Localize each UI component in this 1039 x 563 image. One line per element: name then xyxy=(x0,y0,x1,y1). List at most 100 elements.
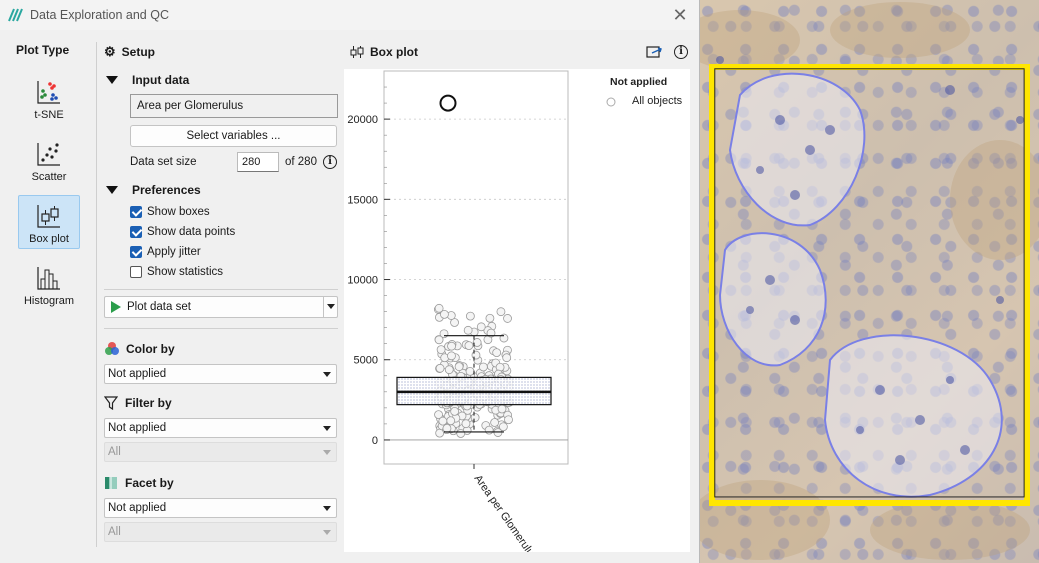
title-bar: Data Exploration and QC ✕ xyxy=(0,0,699,30)
box-plot-chart[interactable]: 0 5000 10000 15000 20000 Area per Glomerulus N… xyxy=(344,69,690,563)
legend-item-label: All objects xyxy=(632,95,683,107)
info-icon[interactable]: i xyxy=(322,155,337,169)
boxplot-icon xyxy=(350,46,364,58)
input-data-section-toggle[interactable]: Input data xyxy=(104,72,338,88)
data-point xyxy=(502,353,512,363)
preferences-section-toggle[interactable]: Preferences xyxy=(104,182,338,198)
plot-data-set-label: Plot data set xyxy=(127,301,191,313)
plot-options-dropdown[interactable] xyxy=(323,297,337,317)
plot-type-heading: Plot Type xyxy=(16,43,70,57)
y-tick-label: 20000 xyxy=(347,114,378,126)
dataset-size-row: Data set size 280 of 280 i xyxy=(130,151,338,173)
data-point xyxy=(463,325,473,335)
show-data-points-checkbox[interactable]: Show data points xyxy=(130,222,338,242)
collapse-triangle-icon xyxy=(106,76,118,84)
apply-jitter-checkbox[interactable]: Apply jitter xyxy=(130,242,338,262)
data-point xyxy=(465,366,475,376)
facet-panels-icon xyxy=(105,477,117,489)
outlier-point xyxy=(439,94,457,112)
separator xyxy=(104,328,338,329)
info-icon[interactable]: i xyxy=(674,45,688,59)
dataset-size-total: of 280 xyxy=(285,156,317,168)
data-point xyxy=(504,415,513,425)
data-point xyxy=(450,406,460,416)
filter-value-select: All xyxy=(104,442,337,462)
setup-panel: ⚙ Setup Input data Area per Glomerulus S… xyxy=(104,42,338,542)
checkbox-checked xyxy=(130,246,142,258)
box-plot-panel: Box plot i 0 5000 10000 15000 20000 Area per … xyxy=(344,42,690,563)
checkbox-checked xyxy=(130,226,142,238)
tsne-icon xyxy=(37,81,60,104)
filter-funnel-icon xyxy=(104,396,118,410)
data-point xyxy=(434,335,444,345)
x-category-label: Area per Glomerulus xyxy=(472,473,540,552)
legend-marker xyxy=(606,97,616,107)
data-point xyxy=(438,416,448,426)
plot-type-label: t-SNE xyxy=(34,109,64,121)
data-point xyxy=(471,350,481,360)
legend-title: Not applied xyxy=(610,76,667,88)
filter-by-select[interactable]: Not applied xyxy=(104,418,337,438)
data-point xyxy=(484,425,494,435)
select-variables-button[interactable]: Select variables ... xyxy=(130,125,337,147)
facet-by-select[interactable]: Not applied xyxy=(104,498,337,518)
filter-by-heading: Filter by xyxy=(125,396,172,410)
divider xyxy=(96,42,97,547)
setup-header: ⚙ Setup xyxy=(104,42,338,62)
scatter-icon xyxy=(37,143,60,166)
color-circles-icon xyxy=(105,342,119,355)
y-tick-label: 0 xyxy=(372,435,378,447)
data-point xyxy=(447,341,456,351)
data-point xyxy=(478,362,488,372)
checkbox-unchecked xyxy=(130,266,142,278)
data-point xyxy=(492,348,502,358)
data-point xyxy=(503,314,512,323)
input-data-heading: Input data xyxy=(132,73,190,87)
close-icon[interactable]: ✕ xyxy=(669,5,691,26)
data-point xyxy=(436,345,446,355)
checkbox-label: Show boxes xyxy=(147,206,210,218)
preferences-options: Show boxes Show data points Apply jitter… xyxy=(104,202,338,282)
facet-value-select: All xyxy=(104,522,337,542)
color-by-select[interactable]: Not applied xyxy=(104,364,337,384)
app-logo-icon xyxy=(8,8,23,22)
checkbox-label: Apply jitter xyxy=(147,246,201,258)
export-image-icon[interactable] xyxy=(646,45,662,59)
filter-by-header: Filter by xyxy=(104,394,338,412)
setup-title: Setup xyxy=(121,45,155,59)
show-statistics-checkbox[interactable]: Show statistics xyxy=(130,262,338,282)
data-point xyxy=(476,322,486,332)
data-point xyxy=(498,422,508,432)
data-point xyxy=(447,351,456,361)
plot-type-histogram[interactable]: Histogram xyxy=(18,257,80,311)
plot-data-set-button[interactable]: Plot data set xyxy=(104,296,338,318)
plot-type-panel: Plot Type t-SNE Scatter Box plot Histogr… xyxy=(8,40,88,311)
checkbox-label: Show data points xyxy=(147,226,236,238)
plot-type-scatter[interactable]: Scatter xyxy=(18,133,80,187)
show-boxes-checkbox[interactable]: Show boxes xyxy=(130,202,338,222)
data-point xyxy=(446,416,456,426)
data-point xyxy=(497,404,507,414)
data-point xyxy=(434,303,444,313)
data-point xyxy=(444,365,454,375)
histogram-icon xyxy=(37,267,60,290)
color-by-heading: Color by xyxy=(126,342,175,356)
plot-canvas: 0 5000 10000 15000 20000 Area per Glomerulus N… xyxy=(344,69,690,563)
window-title: Data Exploration and QC xyxy=(30,8,169,22)
dataset-size-input[interactable]: 280 xyxy=(237,152,279,172)
plot-title: Box plot xyxy=(370,45,418,59)
image-viewer[interactable] xyxy=(700,0,1039,563)
gear-icon: ⚙ xyxy=(104,44,116,59)
plot-type-label: Box plot xyxy=(29,233,69,245)
input-variable-field: Area per Glomerulus xyxy=(130,94,338,118)
facet-by-header: Facet by xyxy=(104,474,338,492)
plot-toolbar: i xyxy=(646,45,690,59)
plot-type-tsne[interactable]: t-SNE xyxy=(18,71,80,125)
plot-type-boxplot[interactable]: Box plot xyxy=(18,195,80,249)
data-point xyxy=(470,413,480,422)
collapse-triangle-icon xyxy=(106,186,118,194)
data-point xyxy=(435,363,445,373)
separator xyxy=(104,289,338,290)
annotation-overlay xyxy=(700,2,1039,560)
data-point xyxy=(456,429,466,438)
